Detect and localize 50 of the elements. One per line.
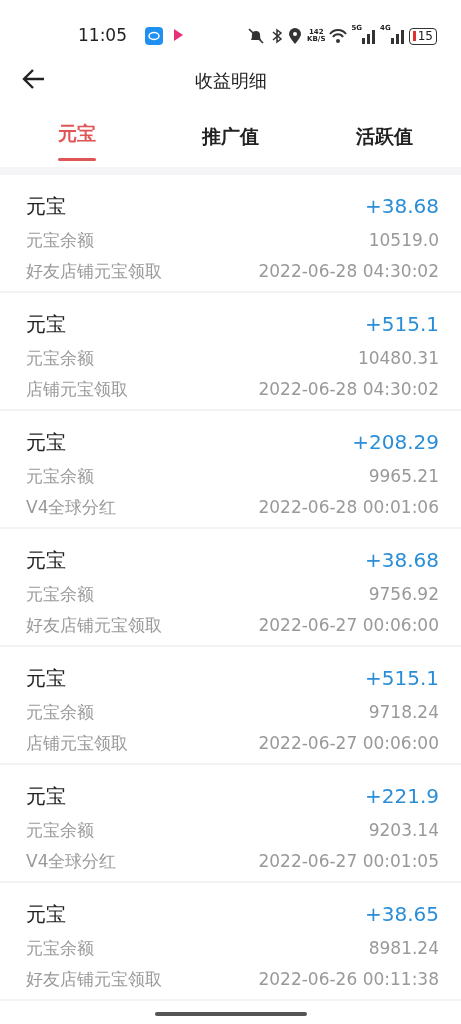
- app-icon: [145, 24, 163, 48]
- record-title: 元宝: [26, 429, 66, 456]
- balance-value: 9756.92: [368, 583, 439, 606]
- balance-label: 元宝余额: [26, 347, 94, 370]
- back-icon[interactable]: [22, 66, 46, 90]
- record-time: 2022-06-28 04:30:02: [258, 259, 439, 283]
- balance-label: 元宝余额: [26, 229, 94, 252]
- tab[interactable]: 推广值: [153, 103, 308, 167]
- page-title: 收益明细: [194, 69, 267, 93]
- record-title: 元宝: [26, 547, 66, 574]
- balance-value: 10519.0: [368, 229, 439, 252]
- record-amount: +515.1: [365, 665, 439, 692]
- record-source: 店铺元宝领取: [26, 731, 128, 755]
- record-time: 2022-06-28 00:01:06: [258, 495, 439, 519]
- record-amount: +515.1: [365, 311, 439, 338]
- balance-value: 9203.14: [368, 819, 439, 842]
- balance-label: 元宝余额: [26, 701, 94, 724]
- record-source: 好友店铺元宝领取: [26, 967, 162, 991]
- balance-value: 9718.24: [368, 701, 439, 724]
- status-time: 11:05: [78, 24, 127, 48]
- record-source: V4全球分红: [26, 495, 117, 519]
- record-source: 好友店铺元宝领取: [26, 259, 162, 283]
- record-amount: +38.68: [365, 193, 439, 220]
- record-time: 2022-06-27 00:06:00: [258, 731, 439, 755]
- record-source: V4全球分红: [26, 849, 117, 873]
- record-title: 元宝: [26, 665, 66, 692]
- record-amount: +208.29: [352, 429, 439, 456]
- record-amount: +38.65: [365, 901, 439, 928]
- balance-label: 元宝余额: [26, 819, 94, 842]
- record-title: 元宝: [26, 783, 66, 810]
- balance-value: 10480.31: [357, 347, 439, 370]
- record-title: 元宝: [26, 193, 66, 220]
- record-time: 2022-06-27 00:06:00: [258, 613, 439, 637]
- record-title: 元宝: [26, 901, 66, 928]
- battery-icon: 15: [408, 27, 437, 45]
- record-source: 店铺元宝领取: [26, 377, 128, 401]
- balance-label: 元宝余额: [26, 937, 94, 960]
- balance-label: 元宝余额: [26, 465, 94, 488]
- record-time: 2022-06-27 00:01:05: [258, 849, 439, 873]
- tab[interactable]: 活跃值: [307, 103, 461, 167]
- balance-label: 元宝余额: [26, 583, 94, 606]
- balance-value: 9965.21: [368, 465, 439, 488]
- record-amount: +221.9: [365, 783, 439, 810]
- tab[interactable]: 元宝: [0, 103, 154, 167]
- record-time: 2022-06-28 04:30:02: [258, 377, 439, 401]
- record-title: 元宝: [26, 311, 66, 338]
- record-source: 好友店铺元宝领取: [26, 613, 162, 637]
- record-time: 2022-06-26 00:11:38: [258, 967, 439, 991]
- balance-value: 8981.24: [368, 937, 439, 960]
- record-amount: +38.68: [365, 547, 439, 574]
